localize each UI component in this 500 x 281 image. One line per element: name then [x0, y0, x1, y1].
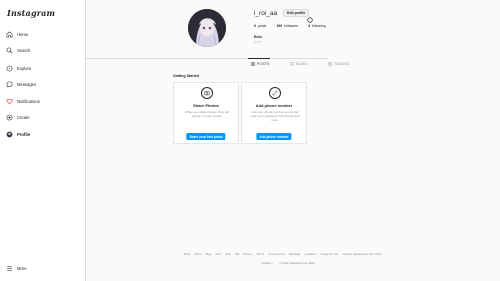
getting-started-heading: Getting Started	[173, 74, 199, 78]
footer-link[interactable]: Terms	[257, 252, 265, 256]
sidebar-item-profile[interactable]: Profile	[5, 128, 83, 140]
card-title: Add phone number	[255, 103, 293, 108]
language-selector[interactable]: English ⌄	[262, 261, 274, 265]
card-text: When you share photos, they will appear …	[184, 110, 230, 118]
bio-text: ♡♡	[254, 40, 262, 45]
sidebar-item-label: More	[17, 265, 27, 271]
add-phone-number-button[interactable]: Add phone number	[256, 133, 292, 140]
profile-avatar[interactable]	[188, 9, 226, 47]
copyright: © 2022 Instagram from Meta	[279, 261, 315, 265]
home-icon	[5, 30, 14, 39]
plus-square-icon	[5, 113, 14, 122]
grid-icon	[251, 62, 255, 66]
avatar-icon	[5, 130, 14, 139]
edit-profile-button[interactable]: Edit profile	[283, 9, 310, 17]
card-title: Share Photos	[193, 103, 219, 108]
card-text: Add your phone number so you can reset y…	[250, 110, 300, 122]
sidebar-item-messages[interactable]: Messages	[5, 78, 83, 90]
footer-link[interactable]: Contact Uploading & Non-Users	[342, 252, 382, 256]
sidebar-item-more[interactable]: More	[5, 262, 83, 274]
sidebar-item-explore[interactable]: Explore	[5, 62, 83, 74]
sidebar: Instagram Home Search Explore Messages N…	[0, 0, 86, 281]
profile-username: i_roi_aa	[254, 10, 278, 17]
tab-saved[interactable]: SAVED	[290, 62, 308, 66]
instagram-logo[interactable]: Instagram	[7, 8, 55, 18]
tabs-divider	[86, 58, 328, 59]
footer-link[interactable]: API	[235, 252, 240, 256]
followers-stat[interactable]: 199 followers	[276, 24, 298, 28]
tag-icon	[328, 62, 332, 66]
share-first-photo-button[interactable]: Share your first photo	[186, 133, 226, 140]
posts-label: posts	[257, 24, 267, 28]
sidebar-item-create[interactable]: Create	[5, 111, 83, 123]
footer-link[interactable]: Locations	[305, 252, 317, 256]
sidebar-item-search[interactable]: Search	[5, 44, 83, 56]
tab-label: POSTS	[257, 62, 270, 66]
sidebar-item-label: Notifications	[17, 98, 40, 104]
avatar-illustration	[188, 9, 226, 47]
sidebar-item-label: Explore	[17, 65, 32, 71]
bio-name: Rolu	[254, 35, 262, 39]
followers-label: followers	[284, 24, 298, 28]
tab-label: TAGGED	[334, 62, 350, 66]
share-photos-card: Share Photos When you share photos, they…	[173, 82, 239, 144]
compass-icon	[5, 64, 14, 73]
footer-bottom: English ⌄ © 2022 Instagram from Meta	[262, 261, 315, 265]
sidebar-item-label: Profile	[17, 131, 31, 137]
sidebar-item-notifications[interactable]: Notifications	[5, 95, 83, 107]
footer-link[interactable]: Meta	[184, 252, 190, 256]
tab-label: SAVED	[295, 62, 309, 66]
footer-links: Meta About Blog Jobs Help API Privacy Te…	[184, 252, 382, 256]
link-icon	[269, 87, 281, 99]
search-icon	[5, 46, 14, 55]
sidebar-item-label: Create	[17, 114, 30, 120]
footer-link[interactable]: About	[194, 252, 201, 256]
sidebar-item-label: Search	[17, 47, 31, 53]
settings-icon[interactable]	[307, 10, 313, 23]
posts-stat[interactable]: 0 posts	[254, 24, 266, 28]
following-label: following	[311, 24, 326, 28]
sidebar-item-home[interactable]: Home	[5, 28, 83, 40]
bookmark-icon	[290, 62, 293, 66]
add-phone-card: Add phone number Add your phone number s…	[241, 82, 307, 144]
footer-link[interactable]: Privacy	[243, 252, 252, 256]
following-stat[interactable]: 4 following	[308, 24, 326, 28]
active-tab-indicator	[248, 58, 270, 59]
following-count: 4	[307, 24, 310, 28]
footer-link[interactable]: Blog	[206, 252, 212, 256]
camera-icon	[201, 87, 213, 99]
profile-tabs: POSTS SAVED TAGGED	[251, 62, 350, 66]
messenger-icon	[5, 80, 14, 89]
tab-posts[interactable]: POSTS	[251, 62, 270, 66]
footer-link[interactable]: Instagram Lite	[321, 252, 339, 256]
followers-count: 199	[276, 24, 283, 28]
footer-link[interactable]: Hashtags	[289, 252, 301, 256]
footer-link[interactable]: Top Accounts	[268, 252, 285, 256]
sidebar-item-label: Messages	[17, 81, 37, 87]
posts-count: 0	[254, 24, 256, 28]
profile-stats: 0 posts 199 followers 4 following	[254, 24, 326, 28]
sidebar-item-label: Home	[17, 31, 29, 37]
footer-link[interactable]: Jobs	[215, 252, 221, 256]
tab-tagged[interactable]: TAGGED	[328, 62, 349, 66]
menu-icon	[5, 264, 14, 273]
heart-icon	[5, 97, 14, 106]
footer-link[interactable]: Help	[225, 252, 231, 256]
